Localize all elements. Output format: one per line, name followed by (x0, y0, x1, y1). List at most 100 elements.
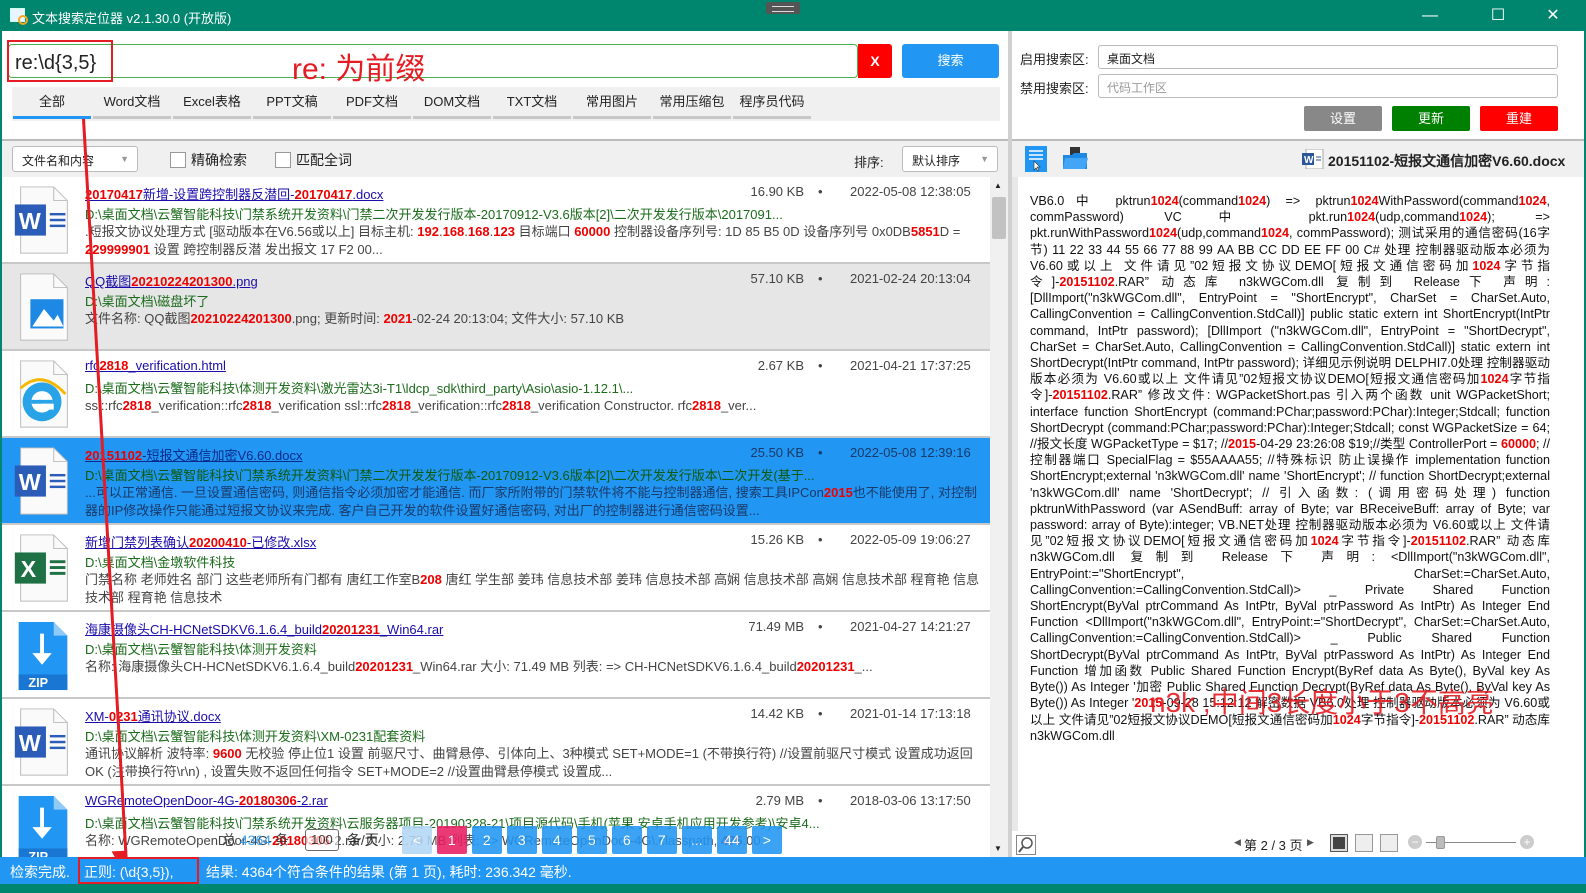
tab-2[interactable]: Excel表格 (172, 87, 252, 121)
page-button[interactable]: ... (681, 826, 712, 854)
settings-button[interactable]: 设置 (1304, 106, 1382, 131)
tab-9[interactable]: 程序员代码 (732, 87, 812, 121)
search-button[interactable]: 搜索 (902, 44, 999, 78)
word-file-icon: W (14, 447, 68, 515)
tab-8[interactable]: 常用压缩包 (652, 87, 732, 121)
page-button[interactable]: 5 (576, 826, 607, 854)
whole-word-checkbox[interactable]: 匹配全词 (275, 150, 352, 170)
next-page-button[interactable]: > (751, 826, 782, 854)
match-highlight: 20200410 (189, 535, 247, 550)
next-page-icon[interactable]: ▶ (1307, 837, 1314, 848)
match-highlight: 192 (417, 224, 439, 239)
result-item[interactable]: X 新增门禁列表确认20200410-已修改.xlsx D:\桌面文档\金墩软件科技… (2, 525, 990, 612)
result-path: D:\桌面文档\磁盘坏了 (85, 294, 210, 309)
checkbox-box[interactable] (170, 152, 186, 168)
result-item[interactable]: QQ截图20210224201300.png D:\桌面文档\磁盘坏了 文件名称: … (2, 264, 990, 351)
match-highlight: 2015 (823, 485, 853, 500)
tab-3[interactable]: PPT文稿 (252, 87, 332, 121)
drag-handle[interactable] (766, 2, 800, 14)
book-view-icon[interactable] (1380, 834, 1398, 852)
page-button[interactable]: 6 (611, 826, 642, 854)
tab-1[interactable]: Word文档 (92, 87, 172, 121)
result-title-link[interactable]: 20151102-短报文通信加密V6.60.docx (85, 445, 303, 464)
text-segment: ...可以正常通信. 一旦设置通信密码, 则通信指令必须加密才能通信. 而厂家所… (85, 485, 824, 500)
enable-area-input[interactable]: 桌面文档 (1098, 45, 1558, 69)
result-item[interactable]: rfc2818_verification.html D:\桌面文档\云蟹智能科技\… (2, 351, 990, 438)
text-segment: _verification.html (128, 358, 226, 373)
result-date: 2021-02-24 20:13:04 (850, 271, 971, 286)
checkbox-box[interactable] (275, 152, 291, 168)
tab-5[interactable]: DOM文档 (412, 87, 492, 121)
chevron-down-icon: ▼ (120, 154, 129, 164)
match-highlight: 5851 (910, 224, 940, 239)
minimize-button[interactable]: — (1407, 0, 1453, 31)
tab-6[interactable]: TXT文档 (492, 87, 572, 121)
single-page-view-icon[interactable] (1330, 834, 1348, 852)
text-view-icon[interactable] (1025, 146, 1047, 172)
search-input[interactable]: re:\d{3,5} (8, 44, 858, 78)
match-highlight: 20180306 (238, 793, 297, 808)
result-snippet: 门禁名称 老师姓名 部门 这些老师所有门都有 唐红工作室B208 唐红 学生部 … (85, 571, 985, 607)
text-segment: (command (1178, 194, 1239, 208)
text-segment: -04-29 23:26:08 $19;//类型 ControllerPort … (1256, 437, 1501, 452)
result-item[interactable]: W XM-0231通讯协议.docx D:\桌面文档\云蟹智能科技\体测开发资料\X… (2, 699, 990, 786)
page-button[interactable]: 1 (436, 826, 467, 854)
match-highlight: 2818 (382, 398, 411, 413)
result-title-link[interactable]: XM-0231通讯协议.docx (85, 706, 221, 725)
scroll-down-icon[interactable]: ▼ (994, 844, 1002, 853)
search-icon[interactable] (1016, 835, 1036, 855)
disable-area-input[interactable]: 代码工作区 (1098, 74, 1558, 98)
maximize-button[interactable]: ☐ (1475, 0, 1521, 31)
result-title-link[interactable]: QQ截图20210224201300.png (85, 271, 258, 290)
prev-page-button[interactable]: < (401, 826, 432, 854)
result-item[interactable]: W 20151102-短报文通信加密V6.60.docx D:\桌面文档\云蟹智能科… (2, 438, 990, 525)
match-highlight: 9600 (212, 746, 242, 761)
update-button[interactable]: 更新 (1392, 106, 1470, 131)
separator-dot: • (818, 445, 823, 460)
open-folder-icon[interactable] (1062, 147, 1088, 169)
text-segment: 字节指令]- (1338, 534, 1411, 549)
result-item[interactable]: ZIP 海康摄像头CH-HCNetSDKV6.1.6.4_build2020123… (2, 612, 990, 699)
search-scope-select[interactable]: 文件名和内容 ▼ (12, 146, 138, 172)
zoom-slider-thumb[interactable] (1435, 836, 1445, 849)
text-segment: 通讯协议.docx (137, 709, 221, 724)
two-page-view-icon[interactable] (1355, 834, 1373, 852)
app-search-icon (10, 8, 28, 25)
tab-7[interactable]: 常用图片 (572, 87, 652, 121)
text-segment: _verification ssl::rfc (271, 398, 382, 413)
match-highlight: 20210224201300 (190, 311, 292, 326)
text-segment: 新增门禁列表确认 (85, 535, 190, 550)
page-button[interactable]: 4 (541, 826, 572, 854)
result-title-link[interactable]: 海康摄像头CH-HCNetSDKV6.1.6.4_build20201231_W… (85, 619, 443, 638)
separator-dot: • (818, 532, 823, 547)
rebuild-button[interactable]: 重建 (1480, 106, 1558, 131)
zoom-out-icon[interactable]: − (1408, 835, 1422, 849)
result-size: 2.79 MB (755, 793, 804, 808)
match-highlight: 20151102 (85, 448, 143, 463)
result-size: 14.42 KB (750, 706, 805, 721)
sort-select[interactable]: 默认排序 ▼ (902, 146, 998, 172)
results-scrollbar[interactable]: ▲ ▼ (990, 177, 1008, 857)
page-button[interactable]: 7 (646, 826, 677, 854)
close-button[interactable]: ✕ (1530, 0, 1576, 31)
result-title-link[interactable]: 新增门禁列表确认20200410-已修改.xlsx (85, 532, 316, 551)
scroll-up-icon[interactable]: ▲ (994, 181, 1002, 190)
match-highlight: 60000 (1500, 437, 1536, 452)
result-title-link[interactable]: rfc2818_verification.html (85, 358, 226, 373)
page-button[interactable]: 3 (506, 826, 537, 854)
result-item[interactable]: W 20170417新增-设置跨控制器反潜回-20170417.docx D:\桌面… (2, 177, 990, 264)
text-segment: 门禁名称 老师姓名 部门 这些老师所有门都有 唐红工作室B (85, 572, 421, 587)
svg-text:W: W (1304, 155, 1314, 166)
tab-4[interactable]: PDF文档 (332, 87, 412, 121)
page-size-input[interactable]: 100 (304, 829, 339, 851)
page-button[interactable]: 2 (471, 826, 502, 854)
page-button[interactable]: 44 (716, 826, 747, 854)
result-title-link[interactable]: 20170417新增-设置跨控制器反潜回-20170417.docx (85, 184, 383, 203)
prev-page-icon[interactable]: ◀ (1234, 837, 1241, 848)
zoom-in-icon[interactable]: + (1520, 835, 1534, 849)
scrollbar-thumb[interactable] (992, 197, 1006, 239)
clear-search-button[interactable]: X (858, 44, 892, 78)
exact-search-checkbox[interactable]: 精确检索 (170, 150, 247, 170)
tab-0[interactable]: 全部 (12, 87, 92, 121)
match-highlight: 1024 (1238, 194, 1267, 208)
